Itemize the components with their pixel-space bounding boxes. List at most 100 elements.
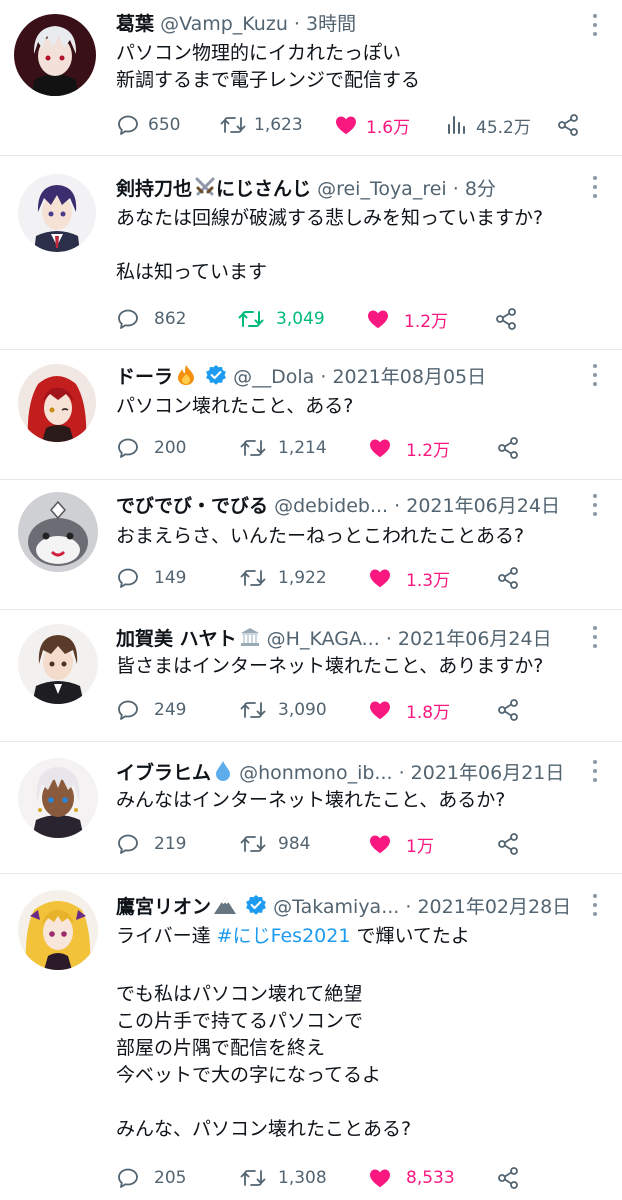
display-name[interactable]: 葛葉 [116,13,154,35]
tweet-text: みんなはインターネット壊れたこと、あるか? [116,789,506,811]
timestamp[interactable]: 3時間 [306,13,356,35]
retweet-button[interactable]: 3,090 [240,695,327,725]
retweet-count: 1,922 [278,568,327,588]
share-button[interactable] [496,433,520,463]
more-icon[interactable] [592,494,598,516]
reply-button[interactable]: 862 [116,304,186,334]
timestamp[interactable]: 2021年02月28日 [417,896,571,918]
retweet-icon [240,570,266,586]
more-icon[interactable] [592,760,598,782]
retweet-button[interactable]: 1,308 [240,1163,327,1193]
reply-button[interactable]: 149 [116,563,186,593]
reply-button[interactable]: 200 [116,433,186,463]
user-handle[interactable]: @Vamp_Kuzu [160,13,288,35]
display-name[interactable]: ドーラ [116,366,173,388]
timestamp[interactable]: 8分 [465,178,496,200]
tweet-text: でも私はパソコン壊れて絶望 この片手で持てるパソコンで 部屋の片隅で配信を終え … [116,983,412,1140]
retweet-button[interactable]: 984 [240,829,310,859]
heart-icon [370,1169,390,1188]
display-name-suffix[interactable]: にじさんじ [216,178,311,200]
retweet-button[interactable]: 1,623 [220,110,303,140]
tweet[interactable]: でびでび・でびる @debideb... · 2021年06月24日 おまえらさ… [0,480,622,610]
tweet-first-line: ライバー達 #にじFes2021 で輝いてたよ [116,923,602,950]
user-handle[interactable]: @__Dola [233,366,314,388]
share-button[interactable] [496,829,520,859]
like-button[interactable]: 1.6万 [334,110,410,140]
more-icon[interactable] [592,626,598,648]
avatar[interactable] [18,890,98,970]
more-icon[interactable] [592,176,598,198]
like-button[interactable]: 1.2万 [366,304,448,334]
separator: · [385,628,392,650]
reply-icon [118,1168,138,1188]
more-icon[interactable] [592,14,598,36]
share-button[interactable] [496,695,520,725]
timestamp[interactable]: 2021年06月24日 [406,495,560,517]
hashtag-link[interactable]: #にじFes2021 [217,925,351,947]
timestamp[interactable]: 2021年08月05日 [332,366,486,388]
retweet-count: 1,214 [278,438,327,458]
views-icon [448,116,465,134]
retweet-icon [240,836,266,852]
like-button[interactable]: 1万 [368,829,434,859]
timestamp[interactable]: 2021年06月21日 [411,762,565,784]
user-handle[interactable]: @debideb... [274,495,388,517]
separator: · [398,762,405,784]
share-button[interactable] [494,304,518,334]
retweet-icon [240,702,266,718]
display-name[interactable]: イブラヒム [116,762,211,784]
avatar[interactable] [18,624,98,704]
like-count: 1万 [406,836,434,857]
more-icon[interactable] [592,894,598,916]
separator: · [320,366,327,388]
tweet[interactable]: イブラヒム @honmono_ib... · 2021年06月21日 みんなはイ… [0,742,622,874]
reply-count: 249 [154,700,187,720]
reply-button[interactable]: 205 [116,1163,186,1193]
share-button[interactable] [556,110,580,140]
tweet[interactable]: 鷹宮リオン @Takamiya... · 2021年02月28日 ライバー達 #… [0,874,622,1200]
tweet[interactable]: 葛葉 @Vamp_Kuzu · 3時間 パソコン物理的にイカれたっぽい 新調する… [0,0,622,156]
user-handle[interactable]: @Takamiya... [273,896,399,918]
display-name[interactable]: 剣持刀也 [116,178,192,200]
reply-button[interactable]: 650 [116,110,180,140]
retweet-count: 984 [278,834,311,854]
separator: · [405,896,412,918]
reply-icon [118,700,138,720]
reply-button[interactable]: 219 [116,829,186,859]
like-count: 1.3万 [406,570,451,591]
like-button[interactable]: 1.2万 [368,433,450,463]
retweet-button[interactable]: 1,922 [240,563,327,593]
retweet-button[interactable]: 1,214 [240,433,327,463]
like-button[interactable]: 1.3万 [368,563,450,593]
timestamp[interactable]: 2021年06月24日 [398,628,552,650]
share-icon [498,1167,518,1189]
crossed-swords-icon [194,176,216,204]
display-name[interactable]: 鷹宮リオン [116,896,211,918]
share-button[interactable] [496,1163,520,1193]
more-icon[interactable] [592,364,598,386]
retweet-count: 3,049 [276,309,325,329]
avatar[interactable] [14,14,96,96]
user-handle[interactable]: @honmono_ib... [239,762,392,784]
user-handle[interactable]: @H_KAGA... [267,628,380,650]
tweet-text: おまえらさ、いんたーねっとこわれたことある? [116,525,525,547]
like-button[interactable]: 1.8万 [368,695,450,725]
tweet[interactable]: 剣持刀也 にじさんじ @rei_Toya_rei · 8分 あなたは回線が破滅する… [0,156,622,350]
user-handle[interactable]: @rei_Toya_rei [317,178,447,200]
verified-badge-icon [205,364,227,392]
avatar[interactable] [18,758,98,838]
reply-button[interactable]: 249 [116,695,186,725]
avatar[interactable] [18,174,96,252]
display-name[interactable]: 加賀美 ハヤト [116,628,237,650]
like-button[interactable]: 8,533 [368,1163,455,1193]
tweet-text: パソコン物理的にイカれたっぽい 新調するまで電子レンジで配信する [116,42,421,91]
reply-count: 200 [154,438,187,458]
tweet[interactable]: ドーラ @__Dola · 2021年08月05日 パソコン壊れたこと、ある? … [0,350,622,480]
share-button[interactable] [496,563,520,593]
tweet[interactable]: 加賀美 ハヤト @H_KAGA... · 2021年06月24日 皆さまはインタ… [0,610,622,742]
avatar[interactable] [18,364,96,442]
avatar[interactable] [18,492,98,572]
views-button[interactable]: 45.2万 [446,110,531,140]
display-name[interactable]: でびでび・でびる [116,495,268,517]
retweet-button[interactable]: 3,049 [238,304,325,334]
